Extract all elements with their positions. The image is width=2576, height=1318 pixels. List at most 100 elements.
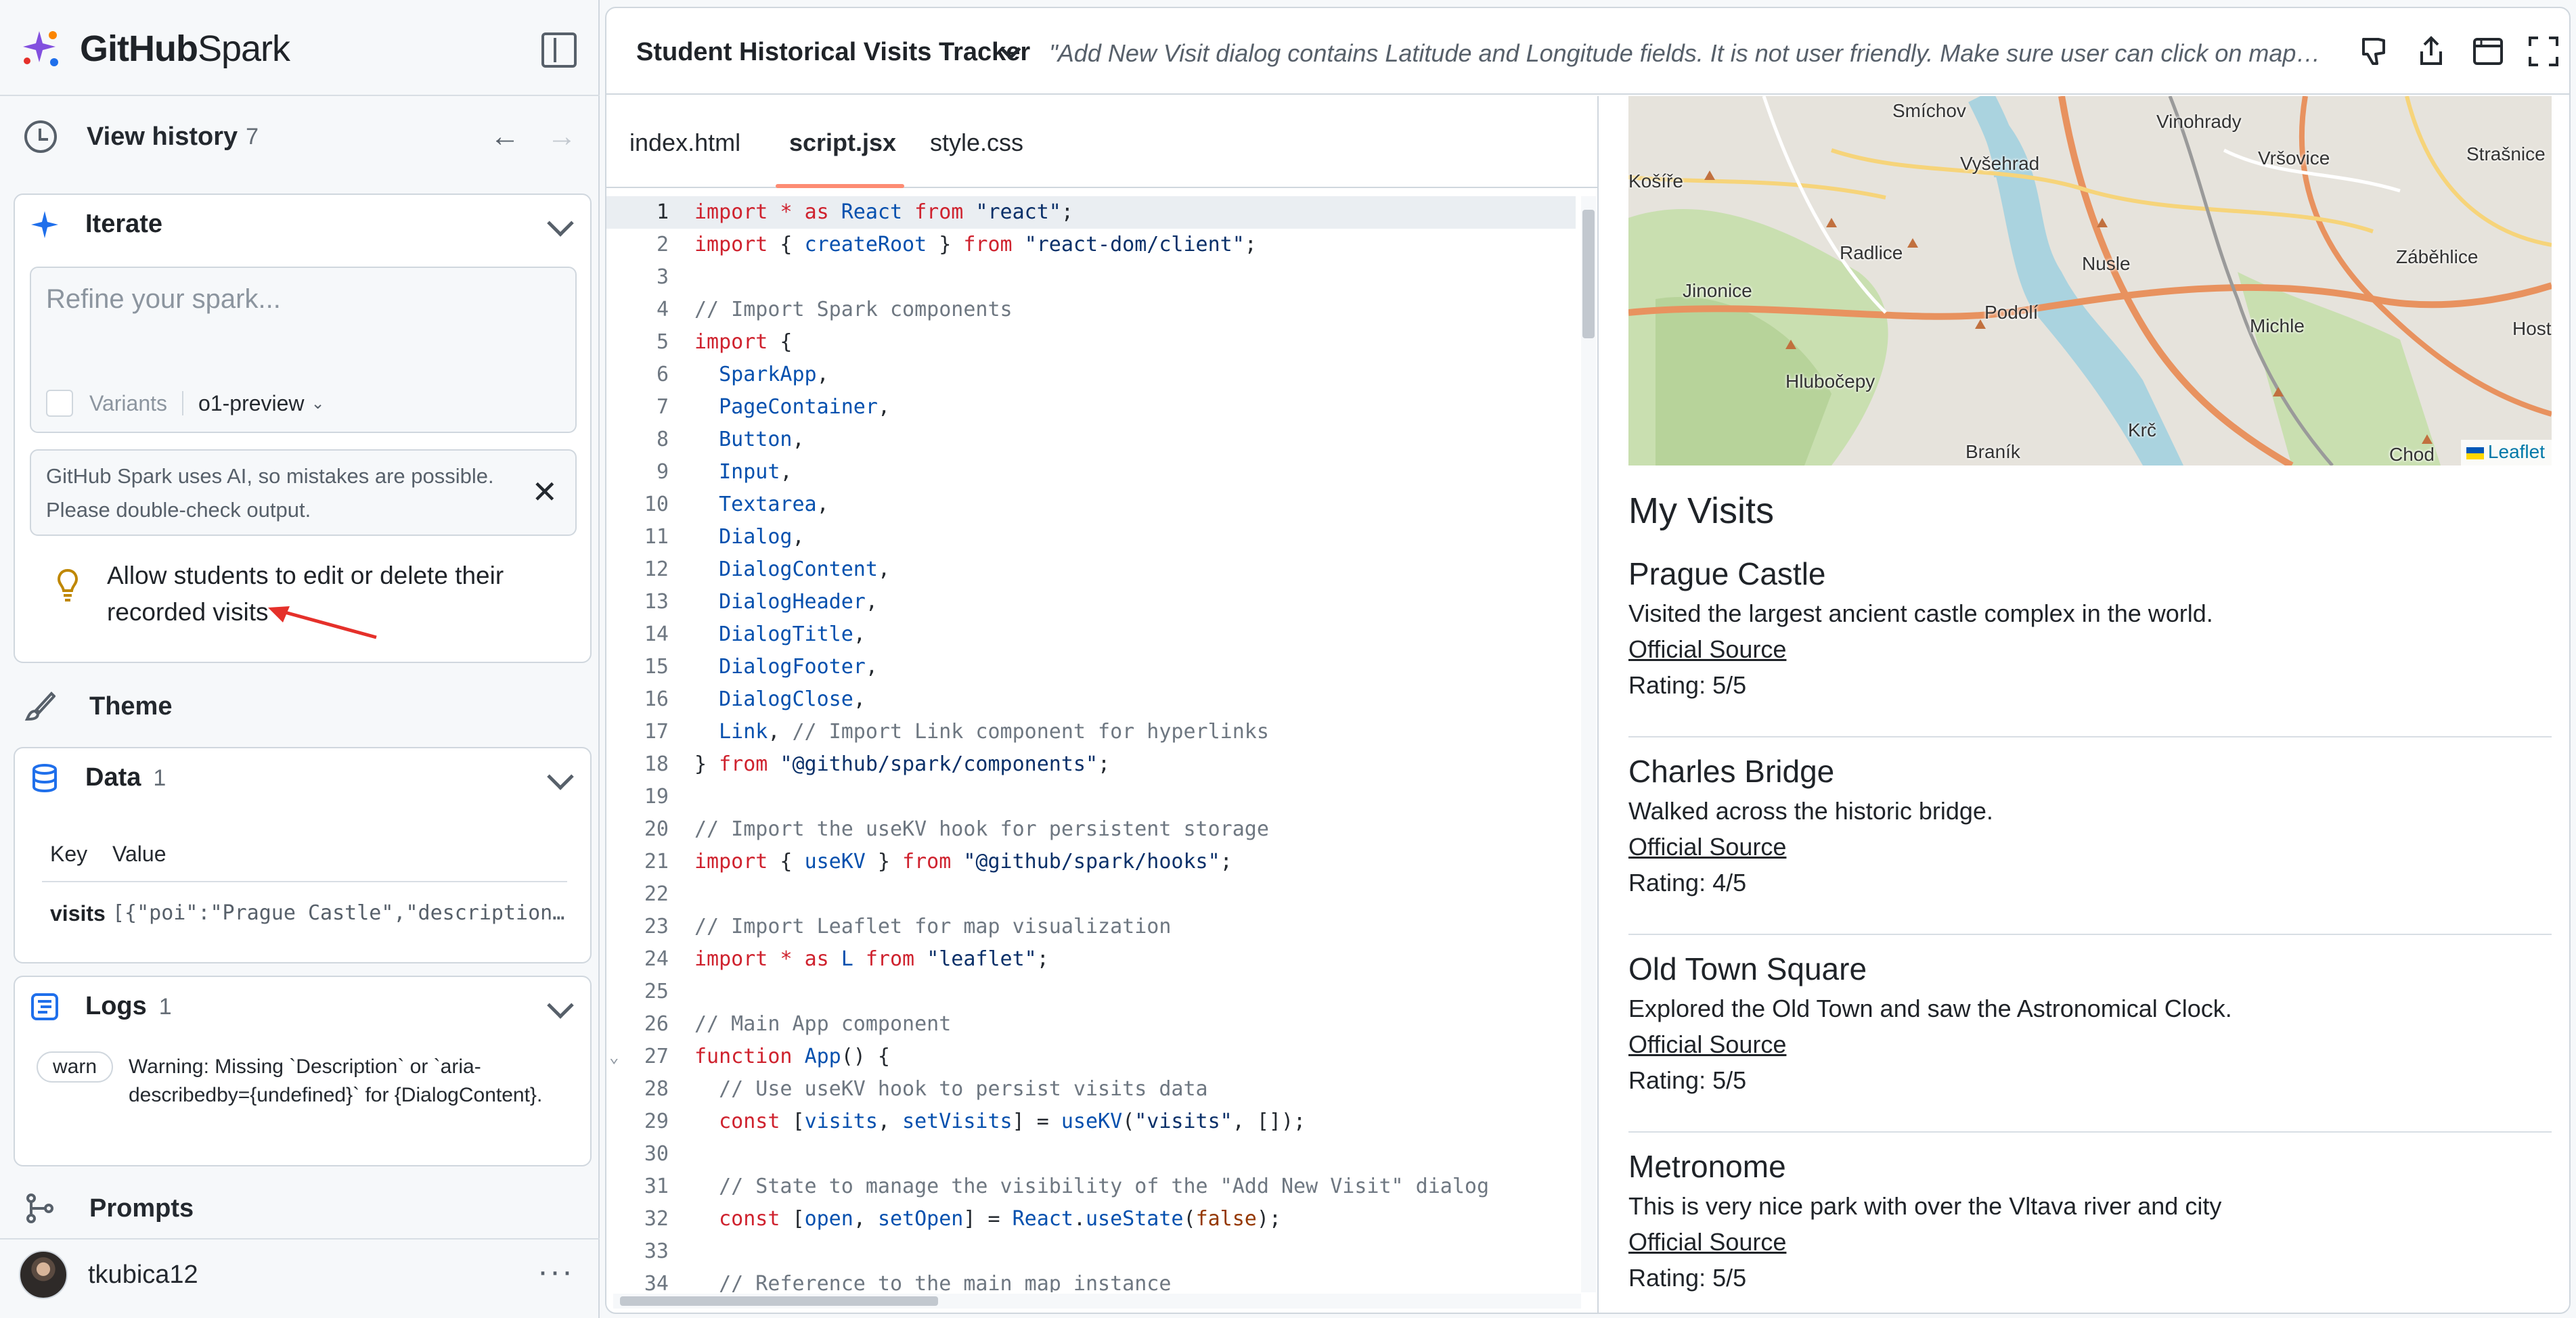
arrow-right-icon[interactable]: → bbox=[547, 115, 577, 158]
code-text: function App() { bbox=[694, 1045, 890, 1068]
code-line[interactable]: 22 bbox=[606, 878, 1581, 911]
code-line[interactable]: 34 // Reference to the main map instance bbox=[606, 1268, 1581, 1292]
visit-rating: Rating: 4/5 bbox=[1628, 869, 1747, 896]
tab-style-css[interactable]: style.css bbox=[930, 129, 1023, 157]
brand[interactable]: GitHubSpark bbox=[20, 24, 290, 73]
line-number: 29 bbox=[644, 1110, 669, 1133]
code-line[interactable]: 15 DialogFooter, bbox=[606, 651, 1581, 683]
line-number: 7 bbox=[656, 395, 669, 419]
spark-title[interactable]: Student Historical Visits Tracker bbox=[636, 38, 1030, 67]
visit-description: This is very nice park with over the Vlt… bbox=[1628, 1192, 2222, 1220]
code-line[interactable]: 33 bbox=[606, 1235, 1581, 1268]
tab-index-html[interactable]: index.html bbox=[629, 129, 740, 157]
close-icon[interactable]: ✕ bbox=[531, 476, 558, 507]
avatar[interactable] bbox=[19, 1250, 68, 1299]
code-text: // Main App component bbox=[694, 1012, 952, 1036]
prompts-label: Prompts bbox=[89, 1194, 194, 1223]
code-line[interactable]: 5 import { bbox=[606, 326, 1581, 359]
official-source-link[interactable]: Official Source bbox=[1628, 830, 2552, 865]
scroll-thumb[interactable] bbox=[1582, 210, 1595, 338]
thumbs-down-icon[interactable] bbox=[2358, 35, 2391, 68]
code-line[interactable]: 10 Textarea, bbox=[606, 488, 1581, 521]
collapse-sidebar-icon[interactable] bbox=[541, 32, 577, 68]
code-line[interactable]: 25 bbox=[606, 976, 1581, 1008]
code-text: // Reference to the main map instance bbox=[719, 1272, 1172, 1292]
code-line[interactable]: 16 DialogClose, bbox=[606, 683, 1581, 716]
variants-checkbox[interactable] bbox=[46, 390, 73, 417]
code-line[interactable]: 23 // Import Leaflet for map visualizatio… bbox=[606, 911, 1581, 943]
code-line[interactable]: 12 DialogContent, bbox=[606, 553, 1581, 586]
code-text: import { createRoot } from "react-dom/cl… bbox=[694, 233, 1257, 256]
code-line[interactable]: 24 import * as L from "leaflet"; bbox=[606, 943, 1581, 976]
code-area[interactable]: 1 import * as React from "react"; 2 import … bbox=[606, 196, 1581, 1292]
code-line[interactable]: 14 DialogTitle, bbox=[606, 618, 1581, 651]
official-source-link[interactable]: Official Source bbox=[1628, 632, 2552, 667]
iterate-header[interactable]: Iterate bbox=[15, 195, 590, 253]
code-line[interactable]: 6 SparkApp, bbox=[606, 359, 1581, 391]
code-line[interactable]: 7 PageContainer, bbox=[606, 391, 1581, 424]
code-line[interactable]: 3 bbox=[606, 261, 1581, 294]
code-line[interactable]: 28 // Use useKV hook to persist visits d… bbox=[606, 1073, 1581, 1106]
kv-key[interactable]: visits bbox=[50, 901, 106, 926]
code-line[interactable]: 32 const [open, setOpen] = React.useStat… bbox=[606, 1203, 1581, 1235]
tab-script-jsx[interactable]: script.jsx bbox=[789, 129, 896, 157]
map-attribution[interactable]: Leaflet bbox=[2460, 440, 2552, 465]
log-level-badge: warn bbox=[37, 1051, 114, 1083]
map-label: Chod bbox=[2389, 444, 2435, 465]
sidebar: GitHubSpark View history 7 ← → Iterate R… bbox=[0, 0, 600, 1318]
browser-window-icon[interactable] bbox=[2472, 35, 2504, 68]
prompts-row[interactable]: Prompts bbox=[24, 1187, 194, 1230]
map-label: Hlubočepy bbox=[1785, 371, 1875, 392]
code-line[interactable]: 26 // Main App component bbox=[606, 1008, 1581, 1041]
arrow-left-icon[interactable]: ← bbox=[490, 115, 520, 158]
code-line[interactable]: 11 Dialog, bbox=[606, 521, 1581, 553]
code-line[interactable]: 13 DialogHeader, bbox=[606, 586, 1581, 618]
vertical-scrollbar[interactable] bbox=[1581, 196, 1596, 1292]
model-select[interactable]: o1-preview bbox=[198, 391, 305, 416]
map[interactable]: Smíchov Vinohrady Vršovice Strašnice Koš… bbox=[1628, 96, 2552, 465]
map-label: Radlice bbox=[1840, 242, 1903, 263]
code-line[interactable]: 4 // Import Spark components bbox=[606, 294, 1581, 326]
chevron-down-icon[interactable] bbox=[547, 763, 574, 790]
fold-chevron-icon[interactable]: ⌄ bbox=[609, 1041, 619, 1073]
fullscreen-icon[interactable] bbox=[2527, 35, 2560, 68]
code-line[interactable]: 29 const [visits, setVisits] = useKV("vi… bbox=[606, 1106, 1581, 1138]
theme-row[interactable]: Theme bbox=[24, 685, 172, 728]
code-line[interactable]: 30 bbox=[606, 1138, 1581, 1171]
official-source-link[interactable]: Official Source bbox=[1628, 1027, 2552, 1062]
data-header[interactable]: Data 1 bbox=[15, 748, 590, 806]
official-source-link[interactable]: Official Source bbox=[1628, 1225, 2552, 1260]
code-line[interactable]: 8 Button, bbox=[606, 424, 1581, 456]
code-line[interactable]: 21 import { useKV } from "@github/spark/h… bbox=[606, 846, 1581, 878]
chevron-down-icon[interactable] bbox=[547, 210, 574, 237]
code-line[interactable]: 18} from "@github/spark/components"; bbox=[606, 748, 1581, 781]
code-line[interactable]: 1 import * as React from "react"; bbox=[606, 196, 1576, 229]
view-history-row[interactable]: View history 7 ← → bbox=[24, 115, 579, 158]
data-title: Data 1 bbox=[85, 763, 166, 792]
code-line[interactable]: 9 Input, bbox=[606, 456, 1581, 488]
line-number: 8 bbox=[656, 428, 669, 451]
map-label: Vyšehrad bbox=[1960, 153, 2040, 174]
refine-input[interactable]: Refine your spark... Variants o1-preview… bbox=[30, 267, 577, 433]
more-options-icon[interactable]: ··· bbox=[537, 1253, 574, 1290]
chevron-down-icon[interactable] bbox=[547, 992, 574, 1019]
line-number: 10 bbox=[644, 493, 669, 516]
share-icon[interactable] bbox=[2415, 35, 2447, 68]
code-text: DialogClose, bbox=[719, 687, 866, 711]
code-line[interactable]: 31 // State to manage the visibility of … bbox=[606, 1171, 1581, 1203]
code-line[interactable]: 17 Link, // Import Link component for hy… bbox=[606, 716, 1581, 748]
kv-value[interactable]: [{"poi":"Prague Castle","description":"V… bbox=[112, 901, 566, 925]
code-line[interactable]: 2 import { createRoot } from "react-dom/c… bbox=[606, 229, 1581, 261]
scroll-thumb[interactable] bbox=[620, 1296, 938, 1306]
horizontal-scrollbar[interactable] bbox=[613, 1294, 1581, 1309]
topbar: Student Historical Visits Tracker "Add N… bbox=[606, 8, 2569, 95]
user-row[interactable]: tkubica12 ··· bbox=[19, 1249, 587, 1300]
line-number: 4 bbox=[656, 298, 669, 321]
code-line[interactable]: 20 // Import the useKV hook for persisten… bbox=[606, 813, 1581, 846]
chevron-down-icon[interactable]: ⌄ bbox=[311, 394, 325, 413]
logs-header[interactable]: Logs 1 bbox=[15, 977, 590, 1035]
code-line[interactable]: 27 ⌄ function App() { bbox=[606, 1041, 1581, 1073]
variants-label: Variants bbox=[89, 390, 168, 415]
code-line[interactable]: 19 bbox=[606, 781, 1581, 813]
visit-description: Explored the Old Town and saw the Astron… bbox=[1628, 995, 2232, 1022]
